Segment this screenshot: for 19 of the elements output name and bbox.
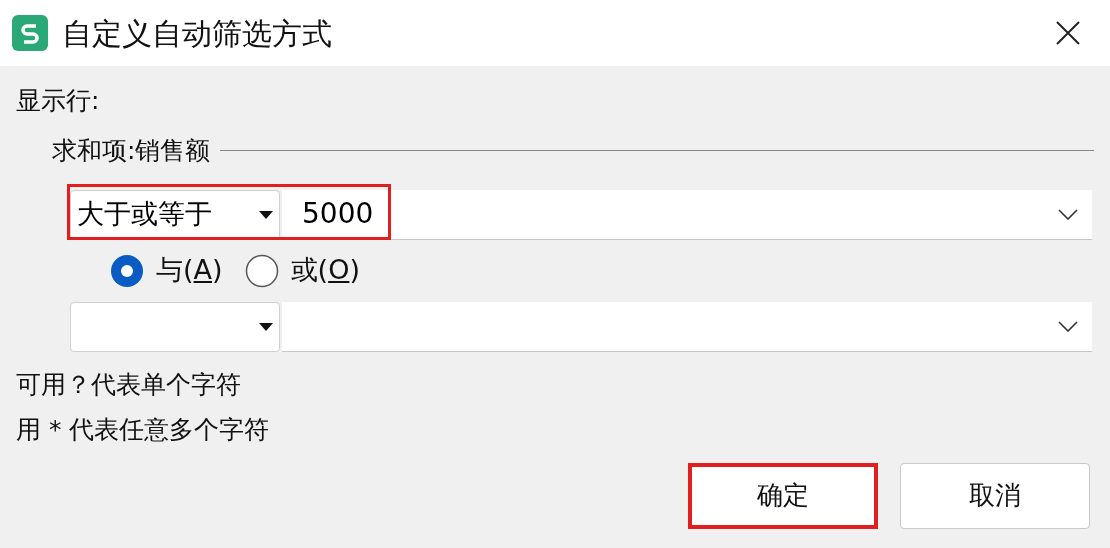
chevron-down-icon [1058, 208, 1078, 220]
cancel-button[interactable]: 取消 [900, 462, 1090, 529]
radio-option[interactable]: 或(O) [244, 250, 360, 291]
hint-text: 用 * 代表任意多个字符 [16, 414, 270, 446]
window-title: 自定义自动筛选方式 [62, 14, 333, 53]
chevron-down-icon [1058, 320, 1078, 332]
value-combobox[interactable]: 5000 [282, 189, 1092, 240]
radio-option[interactable]: 与(A) [110, 250, 223, 291]
ok-button[interactable]: 确定 [688, 462, 878, 529]
value-combobox[interactable] [282, 301, 1092, 352]
section-label: 显示行: [16, 85, 100, 117]
close-icon [1056, 21, 1080, 45]
operator-dropdown[interactable]: 大于或等于 [70, 189, 280, 240]
dropdown-arrow-icon [259, 210, 273, 219]
dropdown-arrow-icon [259, 322, 273, 331]
field-label: 求和项:销售额 [52, 135, 211, 167]
hint-text: 可用？代表单个字符 [16, 368, 241, 401]
app-logo-icon [12, 15, 48, 51]
operator-dropdown[interactable] [70, 301, 280, 352]
